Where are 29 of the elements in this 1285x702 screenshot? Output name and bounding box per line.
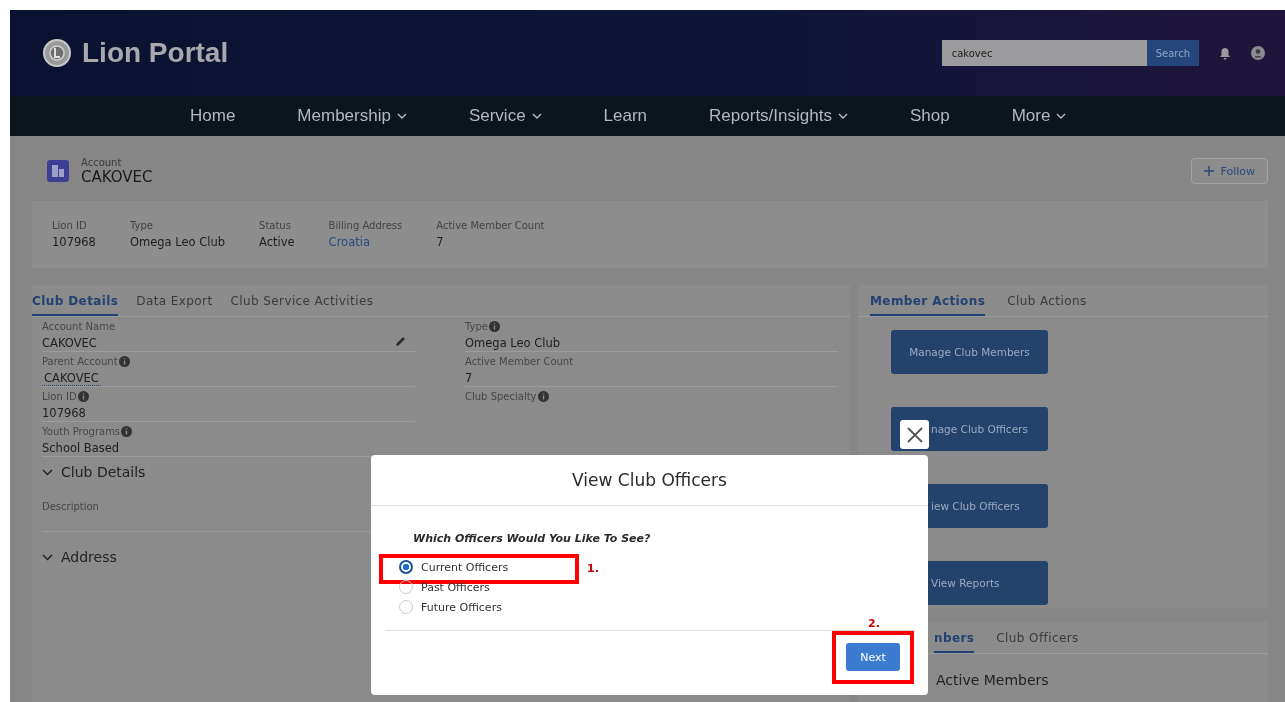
field-label: Description: [42, 501, 99, 512]
field-value: 7: [465, 371, 473, 385]
highlight-label: Status: [259, 220, 292, 231]
field-value: CAKOVEC: [42, 336, 97, 350]
field-label: Active Member Count: [465, 356, 574, 367]
field-label: Lion ID: [42, 391, 77, 402]
field-value: Omega Leo Club: [465, 336, 561, 350]
portal-logo-text: Lion Portal: [82, 37, 229, 69]
field-label: Type: [465, 321, 488, 332]
highlight-label: Billing Address: [328, 220, 403, 231]
question-text: Which Officers Would You Like To See?: [413, 532, 652, 545]
highlight-label: Type: [129, 220, 154, 231]
object-type-label: Account: [81, 156, 123, 168]
highlight-label: Lion ID: [52, 220, 88, 231]
field-value: School Based: [42, 441, 120, 455]
step-number: 1.: [587, 562, 599, 575]
modal-title: View Club Officers: [572, 470, 727, 490]
field-value: 107968: [42, 406, 86, 420]
record-name: CAKOVEC: [81, 167, 153, 186]
step-number: 2.: [868, 617, 880, 630]
field-label: Account Name: [42, 321, 116, 332]
field-label: Youth Programs: [42, 426, 121, 437]
highlight-value: Active: [259, 235, 295, 249]
field-label: Parent Account: [42, 356, 118, 367]
field-label: Club Specialty: [465, 391, 537, 402]
highlight-value: Omega Leo Club: [129, 235, 226, 249]
highlight-label: Active Member Count: [436, 220, 545, 231]
highlight-value: 7: [436, 235, 445, 249]
highlight-value: 107968: [52, 235, 96, 249]
